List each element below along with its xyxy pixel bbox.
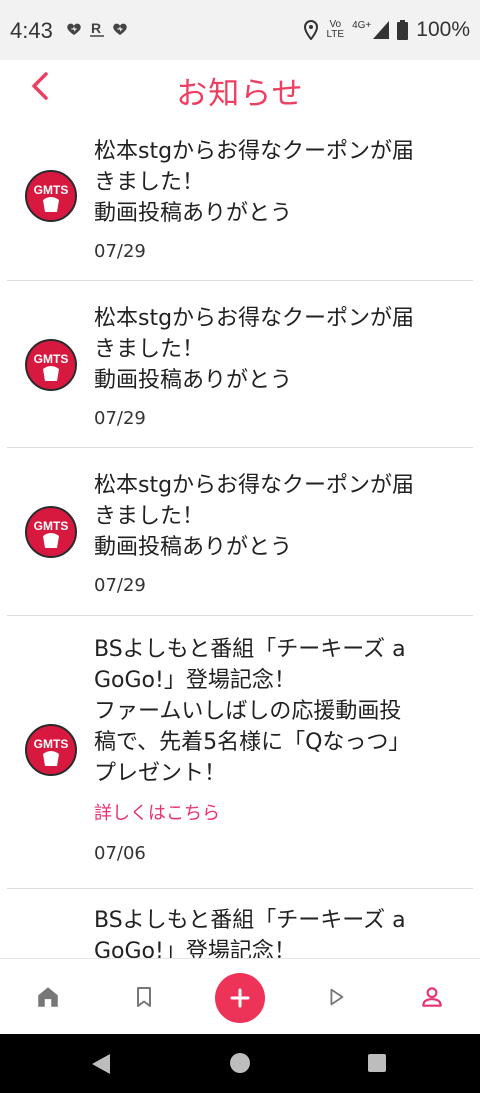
notification-message: BSよしもと番組「チーキーズ a GoGo!」登場記念！ ファームいしばしの応援… <box>94 637 411 786</box>
notification-item[interactable]: GMTS 松本stgからお得なクーポンが届 きました！ 動画投稿ありがとう 07… <box>7 120 473 281</box>
person-icon <box>422 987 442 1007</box>
page-title: お知らせ <box>176 76 304 112</box>
notification-date: 07/29 <box>94 408 146 429</box>
gmts-logo-icon: GMTS <box>34 352 69 381</box>
status-time: 4:43 <box>10 18 53 43</box>
status-bar: 4:43 R Vo LTE 4G+ 100% <box>0 0 480 60</box>
notification-date: 07/06 <box>94 843 146 864</box>
svg-text:R: R <box>91 20 101 36</box>
heart-notification-icon <box>67 23 81 35</box>
battery-icon <box>397 20 409 40</box>
notification-item[interactable]: BSよしもと番組「チーキーズ a GoGo!」登場記念！ <box>7 889 473 960</box>
system-navigation-bar <box>0 1034 480 1093</box>
system-recents-icon[interactable] <box>367 1053 387 1073</box>
svg-text:GMTS: GMTS <box>34 183 69 197</box>
avatar: GMTS <box>25 170 77 222</box>
bottom-navigation <box>0 958 480 1035</box>
location-icon <box>304 20 319 40</box>
nav-profile-button[interactable] <box>412 977 452 1017</box>
notification-item[interactable]: GMTS 松本stgからお得なクーポンが届 きました！ 動画投稿ありがとう 07… <box>7 448 473 616</box>
bookmark-icon <box>137 987 151 1007</box>
notification-message: BSよしもと番組「チーキーズ a GoGo!」登場記念！ <box>94 908 406 960</box>
system-back-icon[interactable] <box>90 1052 112 1076</box>
add-icon <box>230 988 250 1008</box>
avatar: GMTS <box>25 339 77 391</box>
system-home-icon[interactable] <box>229 1052 251 1074</box>
home-icon <box>38 987 58 1007</box>
signal-icon <box>373 21 390 39</box>
play-icon <box>330 988 344 1006</box>
nav-play-button[interactable] <box>316 977 356 1017</box>
details-link[interactable]: 詳しくはこちら <box>94 799 463 825</box>
notification-item[interactable]: GMTS BSよしもと番組「チーキーズ a GoGo!」登場記念！ ファームいし… <box>7 616 473 889</box>
rakuten-icon: R <box>90 20 104 37</box>
heart-notification-icon-2 <box>113 23 127 35</box>
notification-message: 松本stgからお得なクーポンが届 きました！ 動画投稿ありがとう <box>94 473 415 560</box>
network-type: 4G+ <box>352 20 372 31</box>
gmts-logo-icon: GMTS <box>34 519 69 548</box>
svg-text:GMTS: GMTS <box>34 737 69 751</box>
avatar: GMTS <box>25 506 77 558</box>
notification-message: 松本stgからお得なクーポンが届 きました！ 動画投稿ありがとう <box>94 139 415 226</box>
avatar: GMTS <box>25 724 77 776</box>
notification-item[interactable]: GMTS 松本stgからお得なクーポンが届 きました！ 動画投稿ありがとう 07… <box>7 281 473 448</box>
notification-message: 松本stgからお得なクーポンが届 きました！ 動画投稿ありがとう <box>94 306 415 393</box>
notification-list[interactable]: GMTS 松本stgからお得なクーポンが届 きました！ 動画投稿ありがとう 07… <box>0 120 480 960</box>
nav-bookmark-button[interactable] <box>124 977 164 1017</box>
notification-date: 07/29 <box>94 241 146 262</box>
notification-date: 07/29 <box>94 575 146 596</box>
svg-text:GMTS: GMTS <box>34 519 69 533</box>
volte-indicator: Vo LTE <box>326 19 345 40</box>
add-post-button[interactable] <box>215 973 265 1023</box>
battery-percent: 100% <box>416 18 470 41</box>
gmts-logo-icon: GMTS <box>34 737 69 766</box>
svg-text:GMTS: GMTS <box>34 352 69 366</box>
gmts-logo-icon: GMTS <box>34 183 69 212</box>
nav-home-button[interactable] <box>28 977 68 1017</box>
